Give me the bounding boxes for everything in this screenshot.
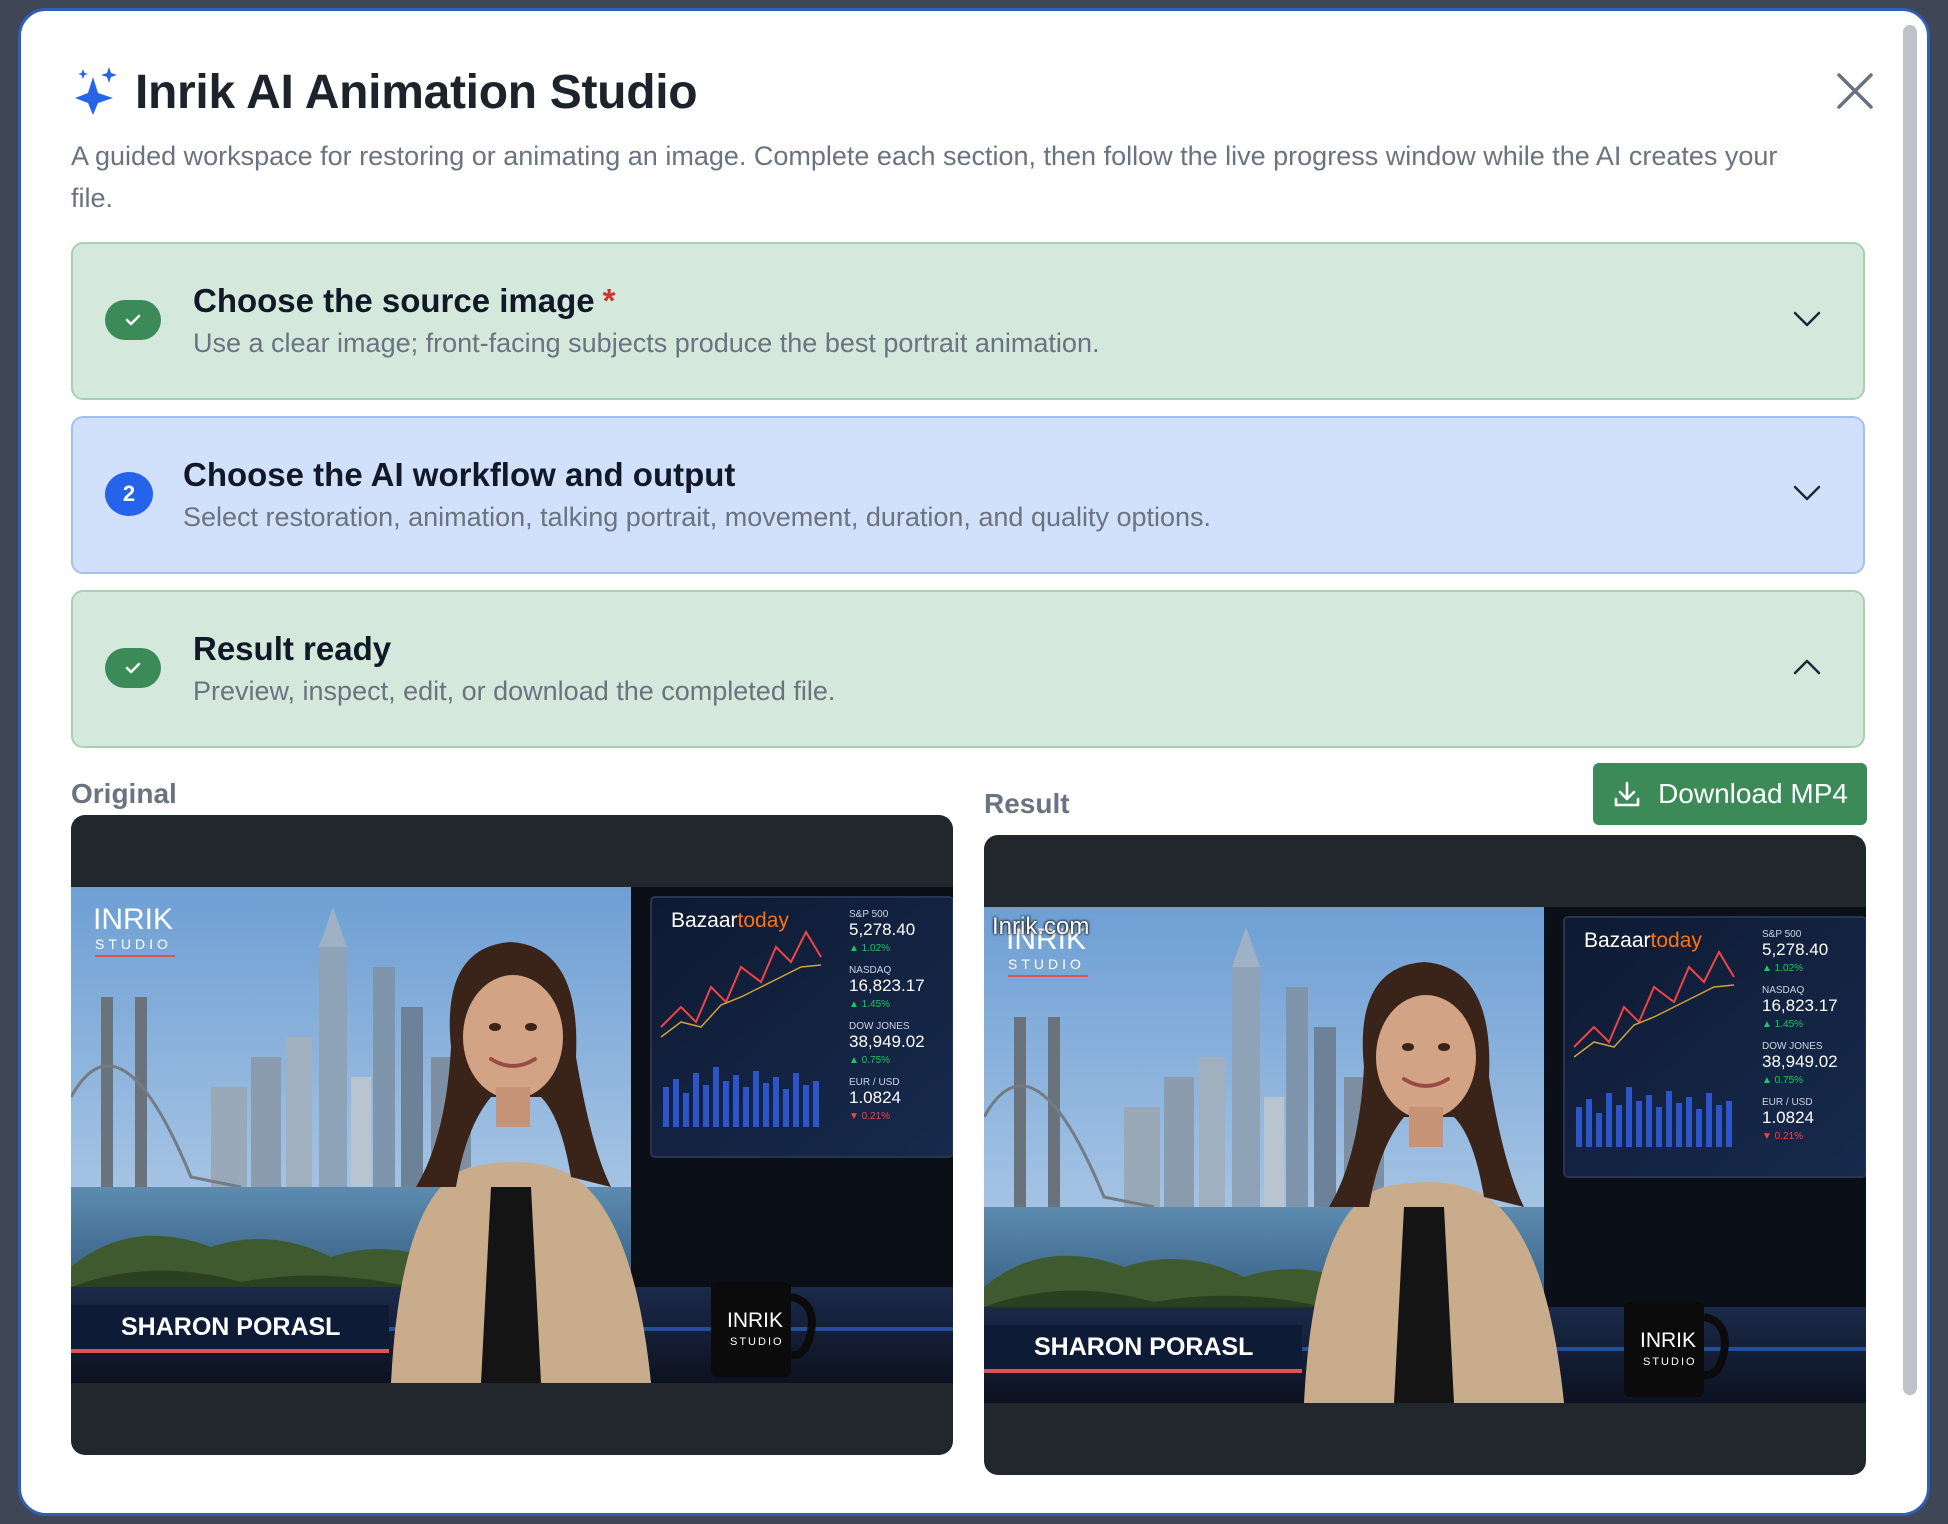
svg-text:STUDIO: STUDIO xyxy=(1643,1356,1697,1368)
ticker-change: ▲ 1.02% xyxy=(849,943,890,954)
scrollbar-thumb[interactable] xyxy=(1903,25,1917,1395)
close-icon[interactable] xyxy=(1831,67,1879,115)
download-label: Download MP4 xyxy=(1658,778,1848,809)
studio-logo-sub: STUDIO xyxy=(1008,956,1085,972)
lower-third-name: SHARON PORASL xyxy=(121,1313,340,1341)
mug-logo: INRIK xyxy=(727,1309,783,1332)
download-mp4-button[interactable]: Download MP4 xyxy=(1593,763,1867,825)
ticker-name: EUR / USD xyxy=(1762,1097,1813,1108)
result-label: Result xyxy=(984,788,1070,819)
ticker-value: 38,949.02 xyxy=(849,1032,925,1051)
section-result-ready[interactable]: Result ready Preview, inspect, edit, or … xyxy=(71,590,1865,748)
download-icon xyxy=(1614,781,1640,807)
check-icon xyxy=(125,314,141,326)
chevron-up-icon[interactable] xyxy=(1791,656,1823,678)
dialog-title: Inrik AI Animation Studio xyxy=(135,66,698,119)
sparkles-icon xyxy=(75,67,117,115)
ticker-name: DOW JONES xyxy=(1762,1041,1823,1052)
studio-logo: INRIK xyxy=(93,903,173,936)
ticker-name: S&P 500 xyxy=(1762,929,1802,940)
news-scene-image: Bazaartoday S&P 5005,278.40 ▲ 1.02% NASDAQ… xyxy=(984,907,1866,1403)
required-mark: * xyxy=(602,282,616,319)
complete-badge xyxy=(105,648,161,688)
complete-badge xyxy=(105,300,161,340)
check-icon xyxy=(125,662,141,674)
ticker-name: NASDAQ xyxy=(1762,985,1804,996)
ticker-value: 5,278.40 xyxy=(849,920,915,939)
ticker-name: DOW JONES xyxy=(849,1021,910,1032)
ticker-value: 38,949.02 xyxy=(1762,1052,1838,1071)
ticker-change: ▼ 0.21% xyxy=(849,1111,890,1122)
ticker-change: ▲ 0.75% xyxy=(1762,1075,1803,1086)
ticker-change: ▲ 1.45% xyxy=(1762,1019,1803,1030)
section-ai-workflow[interactable]: 2 Choose the AI workflow and output Sele… xyxy=(71,416,1865,574)
step-number-badge: 2 xyxy=(105,472,153,516)
screen-brand: Bazaartoday xyxy=(671,909,789,932)
ticker-change: ▼ 0.21% xyxy=(1762,1131,1803,1142)
ticker-value: 5,278.40 xyxy=(1762,940,1828,959)
ticker-change: ▲ 1.45% xyxy=(849,999,890,1010)
section-source-image[interactable]: Choose the source image * Use a clear ima… xyxy=(71,242,1865,400)
chevron-down-icon[interactable] xyxy=(1791,482,1823,504)
chevron-down-icon[interactable] xyxy=(1791,308,1823,330)
animation-studio-dialog: Inrik AI Animation Studio A guided works… xyxy=(18,8,1930,1516)
result-video-player[interactable]: Bazaartoday S&P 500 5,278.40 ▲ 1.02% NASDAQ… xyxy=(984,835,1866,1475)
section-title: Choose the AI workflow and output xyxy=(183,456,736,493)
original-label: Original xyxy=(71,778,177,809)
svg-text:STUDIO: STUDIO xyxy=(730,1336,784,1348)
ticker-value: 16,823.17 xyxy=(1762,996,1838,1015)
ticker-value: 16,823.17 xyxy=(849,976,925,995)
section-description: Select restoration, animation, talking p… xyxy=(183,502,1212,532)
ticker-name: EUR / USD xyxy=(849,1077,900,1088)
section-description: Use a clear image; front-facing subjects… xyxy=(193,328,1100,358)
section-description: Preview, inspect, edit, or download the … xyxy=(193,676,836,706)
watermark-text: Inrik.com xyxy=(992,913,1090,940)
ticker-value: 1.0824 xyxy=(849,1088,901,1107)
original-preview: Bazaartoday S&P 500 5,278.40 ▲ 1.02% NASDAQ… xyxy=(71,815,953,1455)
ticker-name: NASDAQ xyxy=(849,965,891,976)
mug-logo: INRIK xyxy=(1640,1329,1696,1352)
ticker-value: 1.0824 xyxy=(1762,1108,1814,1127)
screen-brand: Bazaartoday xyxy=(1584,929,1702,952)
ticker-change: ▲ 0.75% xyxy=(849,1055,890,1066)
ticker-change: ▲ 1.02% xyxy=(1762,963,1803,974)
lower-third-name: SHARON PORASL xyxy=(1034,1333,1253,1361)
dialog-subtitle: A guided workspace for restoring or anim… xyxy=(71,141,1778,213)
section-title: Choose the source image * xyxy=(193,282,616,319)
studio-logo-sub: STUDIO xyxy=(95,936,172,952)
section-title: Result ready xyxy=(193,630,392,667)
ticker-name: S&P 500 xyxy=(849,909,889,920)
news-scene-image: Bazaartoday S&P 5005,278.40 ▲ 1.02% NASDAQ… xyxy=(71,887,953,1383)
